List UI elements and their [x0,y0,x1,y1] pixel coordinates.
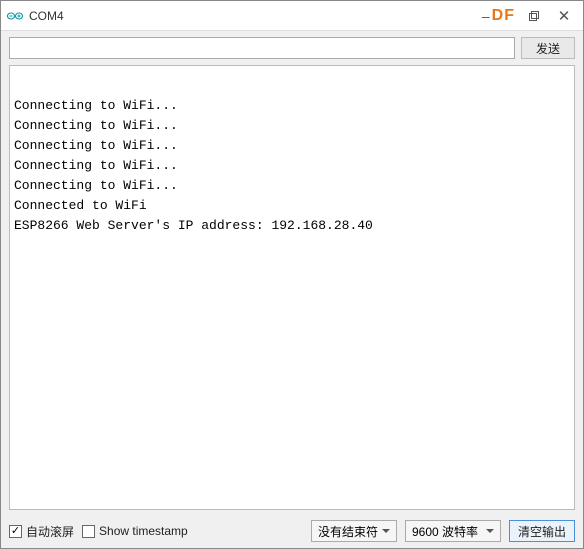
titlebar: COM4 – DF ✕ [1,1,583,31]
timestamp-checkbox[interactable]: Show timestamp [82,524,188,538]
bottom-toolbar: 自动滚屏 Show timestamp 没有结束符 9600 波特率 清空输出 [1,516,583,548]
window-title: COM4 [29,9,64,23]
serial-monitor-window: COM4 – DF ✕ 发送 Connecting to WiFi... Con… [0,0,584,549]
arduino-icon [7,8,23,24]
checkbox-icon [82,525,95,538]
serial-output: Connecting to WiFi... Connecting to WiFi… [9,65,575,510]
checkbox-icon [9,525,22,538]
autoscroll-label: 自动滚屏 [26,523,74,540]
timestamp-label: Show timestamp [99,524,188,538]
df-watermark: DF [492,7,515,25]
line-ending-select[interactable]: 没有结束符 [311,520,397,542]
maximize-button[interactable] [519,5,549,27]
minimize-button[interactable]: – [482,8,490,24]
baud-rate-value: 9600 波特率 [412,523,478,540]
send-button[interactable]: 发送 [521,37,575,59]
send-toolbar: 发送 [1,31,583,65]
close-button[interactable]: ✕ [549,5,579,27]
clear-output-button[interactable]: 清空输出 [509,520,575,542]
autoscroll-checkbox[interactable]: 自动滚屏 [9,523,74,540]
send-input[interactable] [9,37,515,59]
line-ending-value: 没有结束符 [318,523,378,540]
baud-rate-select[interactable]: 9600 波特率 [405,520,501,542]
